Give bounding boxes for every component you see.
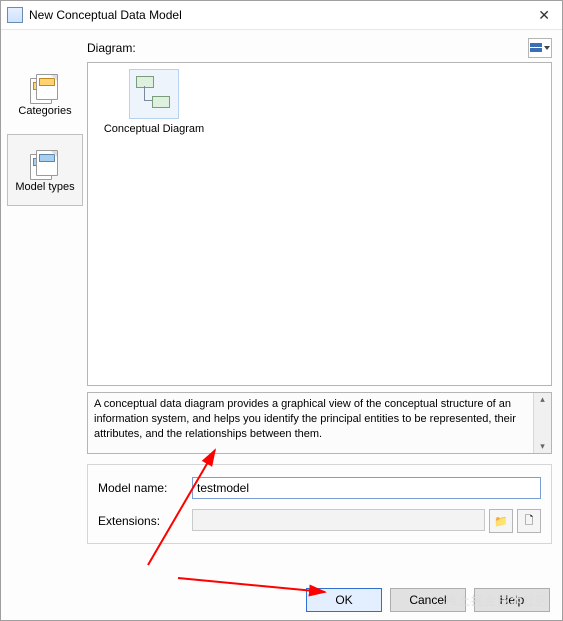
description-text: A conceptual data diagram provides a gra… [88,393,533,453]
model-name-field[interactable] [192,477,541,499]
description-box: A conceptual data diagram provides a gra… [87,392,552,454]
extensions-browse-button[interactable]: 📁 [489,509,513,533]
diagram-list[interactable]: Conceptual Diagram [87,62,552,386]
scroll-up-icon[interactable]: ▴ [540,395,545,404]
documents-icon [28,148,62,178]
app-icon [7,7,23,23]
main-panel: Diagram: Conceptual Diagram A conceptual… [87,38,552,574]
diagram-label: Diagram: [87,41,136,55]
scroll-down-icon[interactable]: ▾ [540,442,545,451]
close-icon[interactable]: ✕ [532,7,556,24]
extensions-list-button[interactable]: 🗋 [517,509,541,533]
chevron-down-icon [544,46,550,50]
conceptual-diagram-icon [129,69,179,119]
grid-icon [530,43,542,53]
list-item[interactable]: Conceptual Diagram [94,69,214,135]
scrollbar[interactable]: ▴ ▾ [533,393,551,453]
view-mode-button[interactable] [528,38,552,58]
sidebar: Categories Model types [7,38,83,574]
help-button[interactable]: Help [474,588,550,612]
folders-icon [28,72,62,102]
list-item-label: Conceptual Diagram [104,123,204,135]
folder-icon: 📁 [494,515,508,528]
extensions-label: Extensions: [98,514,184,528]
dialog-window: New Conceptual Data Model ✕ Categories M… [0,0,563,621]
cancel-button[interactable]: Cancel [390,588,466,612]
sidebar-item-label: Categories [18,105,71,117]
extensions-field [192,509,485,531]
list-icon: 🗋 [525,512,534,531]
dialog-body: Categories Model types Diagram: [1,30,562,580]
button-bar: OK Cancel Help [1,580,562,620]
form-group: Model name: Extensions: 📁 🗋 [87,464,552,544]
model-name-label: Model name: [98,481,184,495]
ok-button[interactable]: OK [306,588,382,612]
sidebar-item-model-types[interactable]: Model types [7,134,83,206]
sidebar-item-label: Model types [15,181,74,193]
sidebar-item-categories[interactable]: Categories [7,58,83,130]
window-title: New Conceptual Data Model [29,8,532,22]
titlebar: New Conceptual Data Model ✕ [1,1,562,30]
